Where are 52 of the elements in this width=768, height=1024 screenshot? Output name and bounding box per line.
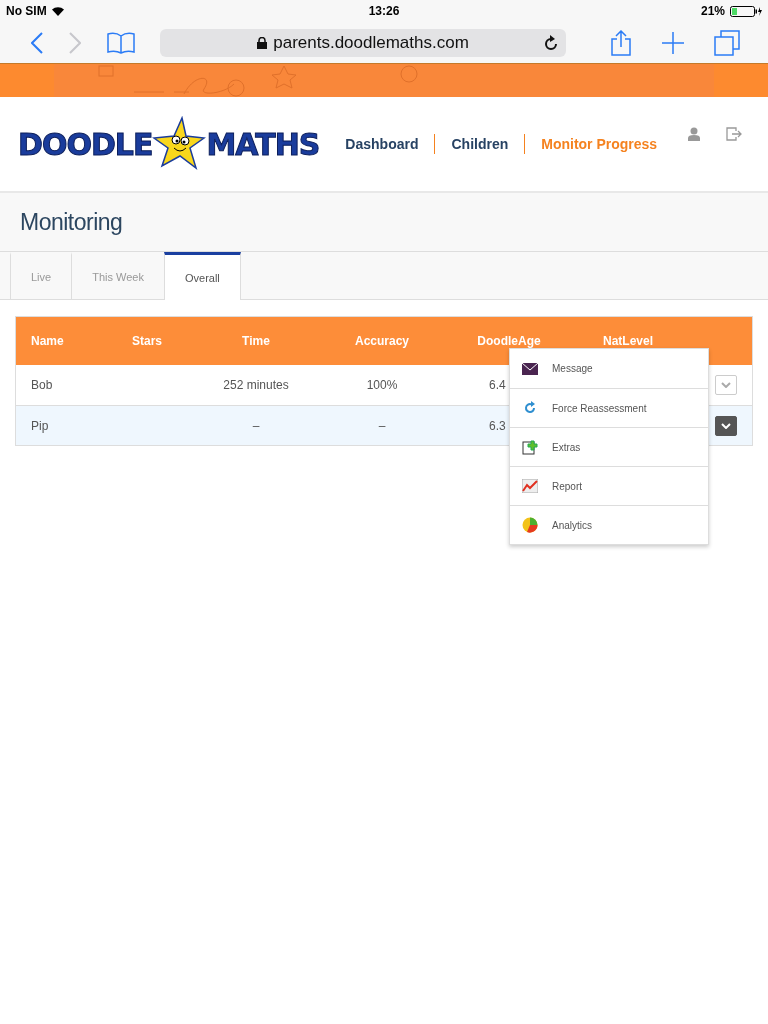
table-cell-text: – bbox=[377, 418, 387, 433]
page-title: Monitoring bbox=[20, 208, 123, 236]
reload-icon[interactable] bbox=[544, 34, 559, 51]
logo-text: DOODLE bbox=[18, 126, 153, 162]
clock-text: 13:26 bbox=[368, 4, 400, 18]
menu-item-label: Message bbox=[552, 363, 593, 374]
menu-item[interactable]: Force Reassessment bbox=[510, 388, 708, 427]
menu-item[interactable]: Report bbox=[510, 466, 708, 505]
lock-icon bbox=[257, 36, 268, 49]
share-icon bbox=[611, 29, 632, 56]
column-header: Time bbox=[241, 334, 271, 348]
carrier-text: No SIM bbox=[6, 4, 47, 18]
logo-text: MATHS bbox=[206, 126, 320, 162]
column-header: Accuracy bbox=[353, 334, 410, 348]
menu-item[interactable]: Analytics bbox=[510, 505, 708, 544]
chevron-down-icon bbox=[721, 422, 731, 429]
column-header: NatLevel bbox=[602, 334, 654, 348]
battery-icon bbox=[730, 5, 762, 17]
tabs-icon bbox=[714, 29, 741, 56]
refresh-icon bbox=[522, 400, 538, 416]
column-header: DoodleAge bbox=[476, 334, 542, 348]
table-cell-text: Bob bbox=[31, 378, 54, 392]
menu-item[interactable]: Extras bbox=[510, 427, 708, 466]
battery-percent: 21% bbox=[701, 4, 725, 18]
table-cell-text: Pip bbox=[31, 418, 50, 433]
dropdown-button[interactable] bbox=[715, 415, 737, 436]
url-text: parents.doodlemaths.com bbox=[273, 32, 469, 53]
add-document-icon bbox=[522, 439, 538, 455]
chevron-down-icon bbox=[721, 382, 731, 388]
line-chart-icon bbox=[522, 479, 538, 493]
menu-item-label: Analytics bbox=[552, 519, 592, 531]
table-cell-text: 252 minutes bbox=[222, 378, 290, 392]
column-header: Name bbox=[31, 334, 65, 348]
wifi-icon bbox=[51, 6, 64, 16]
envelope-icon bbox=[522, 362, 538, 375]
pie-chart-icon bbox=[522, 517, 538, 533]
menu-item-label: Force Reassessment bbox=[552, 402, 647, 414]
table-cell: 6.4 bbox=[489, 378, 506, 392]
table-cell-text: 100% bbox=[365, 378, 399, 392]
user-icon[interactable] bbox=[688, 127, 700, 141]
table-cell: 6.3 bbox=[489, 418, 506, 433]
menu-item-label: Report bbox=[552, 480, 582, 492]
nav-link[interactable]: Dashboard bbox=[345, 134, 436, 154]
star-mascot-icon bbox=[152, 116, 207, 172]
plus-icon bbox=[662, 31, 685, 54]
nav-link[interactable]: Children bbox=[451, 134, 526, 154]
logout-icon[interactable] bbox=[726, 127, 742, 141]
column-header: Stars bbox=[132, 334, 164, 348]
book-icon bbox=[106, 31, 135, 54]
table-cell-text: – bbox=[251, 418, 261, 433]
address-bar[interactable]: parents.doodlemaths.com bbox=[159, 28, 567, 57]
tab[interactable]: Overall bbox=[163, 252, 241, 300]
